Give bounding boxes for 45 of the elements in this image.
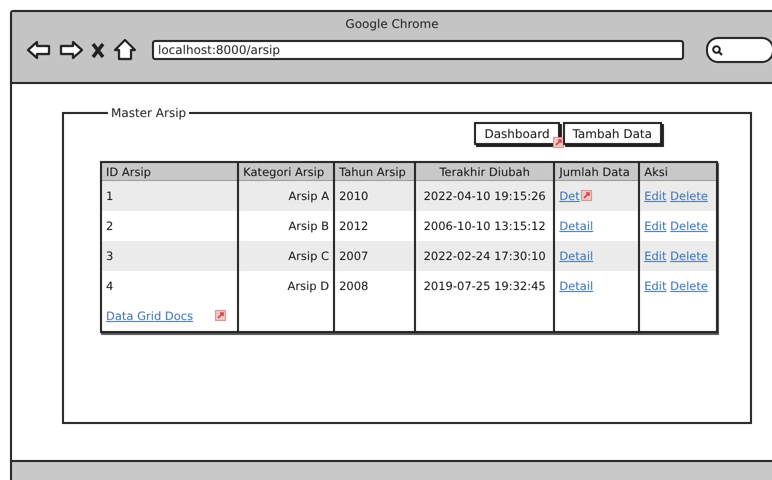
- edit-link[interactable]: Edit: [644, 189, 666, 203]
- close-icon[interactable]: [90, 40, 106, 60]
- home-icon[interactable]: [112, 38, 138, 62]
- table-cell: 3: [101, 241, 238, 271]
- address-field[interactable]: localhost:8000/arsip: [152, 40, 684, 60]
- search-field[interactable]: [706, 37, 772, 63]
- table-cell: 2019-07-25 19:32:45: [415, 271, 554, 301]
- table-cell: Arsip C: [238, 241, 334, 271]
- table-cell: 2022-04-10 19:15:26: [415, 180, 554, 211]
- column-header: ID Arsip: [101, 162, 238, 180]
- detail-link[interactable]: Detail: [559, 249, 594, 263]
- table-cell: 2007: [334, 241, 416, 271]
- search-icon: [712, 44, 723, 56]
- nav-button[interactable]: Tambah Data: [562, 122, 662, 145]
- edit-link[interactable]: Edit: [644, 249, 666, 263]
- table-cell: 2022-02-24 17:30:10: [415, 241, 554, 271]
- window-title: Google Chrome: [344, 16, 440, 31]
- delete-link[interactable]: Delete: [670, 189, 708, 203]
- table-cell: 2010: [334, 180, 416, 211]
- table-cell: Arsip A: [238, 180, 334, 211]
- docs-link[interactable]: Data Grid Docs: [106, 309, 194, 323]
- table-cell: 2012: [334, 211, 416, 241]
- table-cell: Arsip B: [238, 211, 334, 241]
- table-cell: 2006-10-10 13:15:12: [415, 211, 554, 241]
- column-header: Terakhir Diubah: [415, 162, 554, 180]
- column-header: Jumlah Data: [554, 162, 640, 180]
- edit-link[interactable]: Edit: [644, 279, 666, 293]
- column-header: Aksi: [639, 162, 717, 180]
- detail-link[interactable]: Det: [559, 189, 580, 203]
- edit-link[interactable]: Edit: [644, 219, 666, 233]
- delete-link[interactable]: Delete: [670, 279, 708, 293]
- table-cell: Arsip D: [238, 271, 334, 301]
- delete-link[interactable]: Delete: [670, 249, 708, 263]
- panel-title: Master Arsip: [110, 106, 188, 120]
- table-cell: 2: [101, 211, 238, 241]
- back-icon[interactable]: [26, 38, 52, 62]
- table-cell: 4: [101, 271, 238, 301]
- detail-link[interactable]: Detail: [559, 219, 594, 233]
- table-cell: 2008: [334, 271, 416, 301]
- detail-link[interactable]: Detail: [559, 279, 594, 293]
- column-header: Tahun Arsip: [334, 162, 416, 180]
- delete-link[interactable]: Delete: [670, 219, 708, 233]
- column-header: Kategori Arsip: [238, 162, 334, 180]
- table-cell: 1: [101, 180, 238, 211]
- forward-icon[interactable]: [58, 38, 84, 62]
